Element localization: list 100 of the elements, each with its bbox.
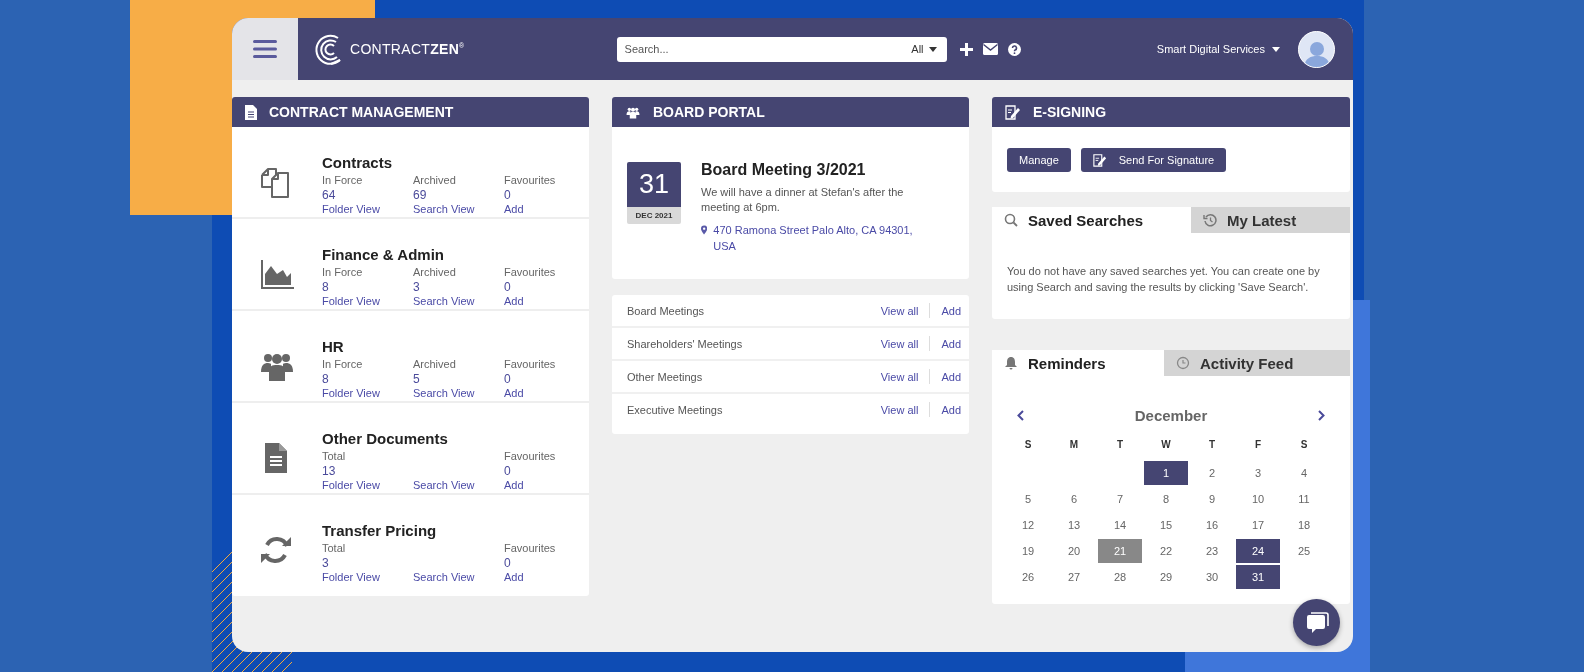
stat-link[interactable]: Add (504, 479, 584, 494)
stat-value[interactable]: 0 (504, 188, 584, 203)
tab[interactable]: My Latest (1191, 207, 1350, 233)
search-field[interactable]: Search... All (616, 36, 947, 62)
chat-bubble-icon (1304, 610, 1329, 635)
stat-link[interactable]: Search View (413, 203, 504, 218)
stat-label: Archived (413, 358, 457, 372)
add-link[interactable]: Add (941, 370, 961, 383)
stat-value[interactable]: 69 (413, 188, 504, 203)
stat-value[interactable]: 3 (322, 556, 413, 571)
calendar-day[interactable]: 10 (1235, 486, 1281, 512)
view-all-link[interactable]: View all (880, 370, 919, 383)
calendar-day[interactable]: 29 (1143, 564, 1189, 590)
stat-value[interactable]: 8 (322, 372, 413, 387)
stat-label: Favourites (504, 450, 557, 464)
stat-link[interactable]: Add (504, 295, 584, 310)
document-icon (245, 104, 257, 120)
stat-value[interactable]: 0 (504, 372, 584, 387)
view-all-link[interactable]: View all (880, 304, 919, 317)
calendar-day[interactable]: 6 (1051, 486, 1097, 512)
stat-link[interactable]: Folder View (322, 571, 413, 586)
stat-link[interactable]: Folder View (322, 387, 413, 402)
calendar-day[interactable]: 31 (1235, 564, 1281, 590)
stat-link[interactable]: Add (504, 571, 584, 586)
calendar-day[interactable]: 30 (1189, 564, 1235, 590)
calendar-day[interactable]: 13 (1051, 512, 1097, 538)
calendar-day[interactable]: 2 (1189, 460, 1235, 486)
weekday-label: F (1253, 437, 1263, 452)
stat-link[interactable]: Search View (413, 295, 504, 310)
scope-dropdown[interactable]: All (901, 43, 947, 55)
mail-icon[interactable] (982, 43, 998, 55)
tab[interactable]: Saved Searches (992, 207, 1191, 233)
calendar-day[interactable]: 19 (1005, 538, 1051, 564)
calendar-day[interactable]: 1 (1143, 460, 1189, 486)
calendar-day[interactable]: 8 (1143, 486, 1189, 512)
date-day: 31 (627, 162, 681, 207)
stat-label: Favourites (504, 358, 557, 372)
stat-value[interactable]: 0 (504, 280, 584, 295)
calendar-day[interactable]: 15 (1143, 512, 1189, 538)
stat-value[interactable]: 0 (504, 556, 584, 571)
add-link[interactable]: Add (941, 337, 961, 350)
manage-button[interactable]: Manage (1007, 148, 1071, 172)
calendar-day[interactable]: 17 (1235, 512, 1281, 538)
stat-link[interactable]: Folder View (322, 479, 413, 494)
stat-label: Favourites (504, 266, 557, 280)
stat-value[interactable]: 0 (504, 464, 584, 479)
stat-link[interactable]: Folder View (322, 295, 413, 310)
calendar-day[interactable]: 16 (1189, 512, 1235, 538)
calendar-day[interactable]: 24 (1235, 538, 1281, 564)
weekday-label: M (1068, 437, 1080, 452)
help-icon[interactable] (1007, 42, 1021, 56)
tab[interactable]: Reminders (992, 350, 1164, 376)
map-pin-icon (701, 225, 708, 235)
stat-value[interactable]: 8 (322, 280, 413, 295)
calendar-day[interactable]: 23 (1189, 538, 1235, 564)
calendar-day[interactable]: 4 (1281, 460, 1327, 486)
chat-button[interactable] (1293, 599, 1340, 646)
weekday-label: S (1023, 437, 1033, 452)
meeting-type: Executive Meetings (627, 403, 724, 416)
view-all-link[interactable]: View all (880, 403, 919, 416)
stat-value[interactable]: 13 (322, 464, 413, 479)
tab[interactable]: Activity Feed (1164, 350, 1350, 376)
calendar-day[interactable]: 14 (1097, 512, 1143, 538)
calendar-day[interactable]: 22 (1143, 538, 1189, 564)
calendar-day[interactable]: 25 (1281, 538, 1327, 564)
calendar-day[interactable]: 28 (1097, 564, 1143, 590)
stat-link[interactable]: Add (504, 203, 584, 218)
meeting-type: Shareholders' Meetings (627, 337, 744, 350)
stat-link[interactable]: Search View (413, 479, 504, 494)
chevron-left-icon[interactable] (1017, 410, 1024, 421)
send-for-signature-button[interactable]: Send For Signature (1080, 148, 1227, 172)
stat-link[interactable]: Folder View (322, 203, 413, 218)
stat-link[interactable]: Search View (413, 571, 504, 586)
calendar-day[interactable]: 5 (1005, 486, 1051, 512)
calendar-day[interactable]: 21 (1097, 538, 1143, 564)
weekday-label: T (1207, 437, 1217, 452)
avatar[interactable] (1298, 30, 1335, 68)
calendar-day[interactable]: 12 (1005, 512, 1051, 538)
stat-link[interactable]: Search View (413, 387, 504, 402)
stat-link[interactable]: Add (504, 387, 584, 402)
calendar-day[interactable]: 26 (1005, 564, 1051, 590)
account-menu[interactable]: Smart Digital Services (1156, 43, 1280, 55)
add-link[interactable]: Add (941, 304, 961, 317)
add-link[interactable]: Add (941, 403, 961, 416)
calendar-day[interactable]: 20 (1051, 538, 1097, 564)
calendar-day[interactable]: 7 (1097, 486, 1143, 512)
address-link[interactable]: 470 Ramona Street Palo Alto, CA 94301, USA (713, 222, 916, 254)
meeting-title[interactable]: Board Meeting 3/2021 (701, 161, 916, 179)
calendar-day[interactable]: 18 (1281, 512, 1327, 538)
calendar-day[interactable]: 9 (1189, 486, 1235, 512)
menu-button[interactable] (232, 18, 298, 80)
stat-value[interactable]: 5 (413, 372, 504, 387)
stat-value[interactable]: 3 (413, 280, 504, 295)
calendar-day[interactable]: 3 (1235, 460, 1281, 486)
calendar-day[interactable]: 27 (1051, 564, 1097, 590)
plus-icon[interactable] (959, 42, 973, 56)
view-all-link[interactable]: View all (880, 337, 919, 350)
calendar-day[interactable]: 11 (1281, 486, 1327, 512)
stat-value[interactable]: 64 (322, 188, 413, 203)
chevron-right-icon[interactable] (1318, 410, 1325, 421)
